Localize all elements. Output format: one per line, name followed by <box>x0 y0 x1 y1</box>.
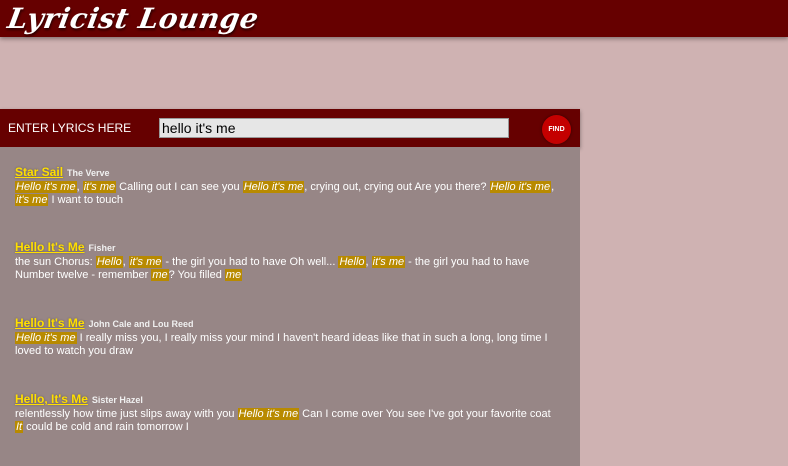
match-highlight: Hello it's me <box>15 181 77 193</box>
snippet-text: Can I come over You see I've got your fa… <box>299 408 551 420</box>
match-highlight: me <box>151 268 169 281</box>
search-label: ENTER LYRICS HERE <box>8 121 132 135</box>
match-highlight: It <box>15 420 24 433</box>
match-highlight: me <box>224 268 243 281</box>
match-highlight: it's me <box>82 181 117 193</box>
find-button[interactable]: FIND <box>542 115 571 144</box>
result-item: Hello, It's Me Sister Hazel relentlessly … <box>15 392 560 433</box>
artist-name: John Cale and Lou Reed <box>88 319 194 329</box>
song-title-link[interactable]: Hello, It's Me <box>15 392 88 406</box>
match-highlight: it's me <box>371 256 406 268</box>
match-highlight: Hello <box>95 256 123 268</box>
lyrics-snippet: Hello it's me, it's me Calling out I can… <box>15 181 560 206</box>
result-item: Hello It's Me Fisher the sun Chorus: Hell… <box>15 240 560 281</box>
snippet-text: , <box>365 256 372 268</box>
snippet-text: I want to touch <box>48 193 124 206</box>
snippet-text: - the girl you had to have Oh well... <box>162 256 339 268</box>
artist-name: Sister Hazel <box>91 395 143 405</box>
artist-name: Fisher <box>88 243 116 253</box>
artist-name: The Verve <box>67 168 110 178</box>
lyrics-snippet: Hello it's me I really miss you, I reall… <box>15 332 560 357</box>
lyrics-snippet: relentlessly how time just slips away wi… <box>15 408 560 433</box>
lyrics-search-input[interactable] <box>159 118 509 138</box>
song-title-link[interactable]: Hello It's Me <box>15 240 85 254</box>
match-highlight: it's me <box>128 256 163 268</box>
snippet-text: , <box>122 256 129 268</box>
snippet-text: the sun Chorus: <box>15 256 96 268</box>
match-highlight: Hello it's me <box>15 332 77 344</box>
snippet-text: ? You filled <box>168 268 225 281</box>
snippet-text: relentlessly how time just slips away wi… <box>15 408 238 420</box>
snippet-text: , crying out, crying out Are you there? <box>304 181 490 193</box>
lyrics-snippet: the sun Chorus: Hello, it's me - the gir… <box>15 256 560 281</box>
results-panel: Star Sail The Verve Hello it's me, it's m… <box>0 147 580 466</box>
match-highlight: Hello <box>338 256 366 268</box>
search-bar: ENTER LYRICS HERE <box>0 109 580 147</box>
song-title-link[interactable]: Star Sail <box>15 165 63 179</box>
app-logo[interactable]: Lyricist Lounge <box>5 2 261 35</box>
match-highlight: it's me <box>15 193 49 206</box>
snippet-text: could be cold and rain tomorrow I <box>23 420 189 433</box>
song-title-link[interactable]: Hello It's Me <box>15 316 85 330</box>
match-highlight: Hello it's me <box>489 181 552 193</box>
snippet-text: , <box>76 181 83 193</box>
snippet-text: Calling out I can see you <box>116 181 243 193</box>
header-bar: Lyricist Lounge <box>0 0 788 37</box>
match-highlight: Hello it's me <box>242 181 305 193</box>
result-item: Star Sail The Verve Hello it's me, it's m… <box>15 165 560 206</box>
snippet-text: , <box>551 181 555 193</box>
result-item: Hello It's Me John Cale and Lou Reed Hell… <box>15 316 560 357</box>
match-highlight: Hello it's me <box>237 408 300 420</box>
snippet-text: I really miss you, I really miss your mi… <box>15 332 548 357</box>
